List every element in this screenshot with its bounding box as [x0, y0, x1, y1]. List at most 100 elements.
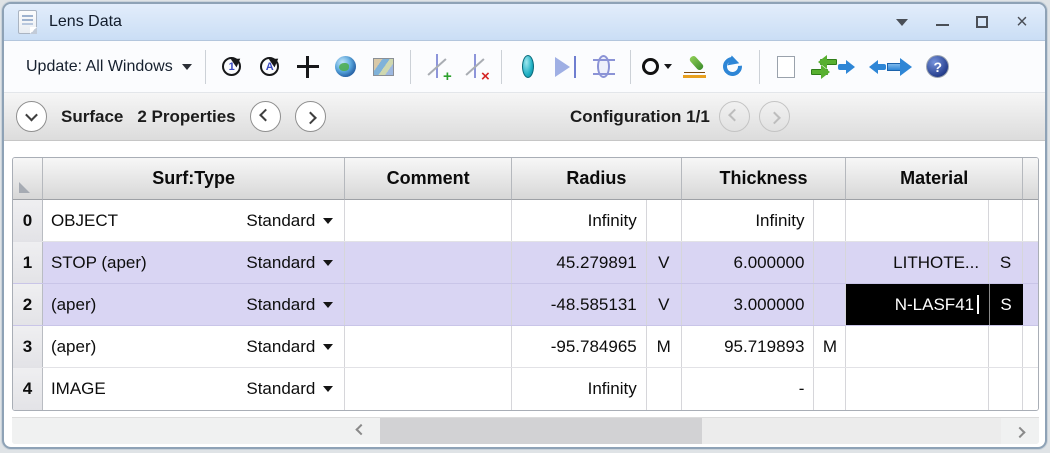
column-header-material[interactable]: Material	[846, 158, 1024, 200]
update-dropdown[interactable]: Update: All Windows	[20, 54, 198, 80]
radius-solve-flag[interactable]: V	[647, 284, 682, 325]
next-configuration-button[interactable]	[758, 101, 790, 132]
surface-type-dropdown[interactable]: Standard	[246, 379, 334, 399]
aperture-icon	[641, 58, 672, 75]
radius-cell[interactable]: Infinity	[512, 368, 647, 410]
insert-lens-button[interactable]	[509, 47, 547, 87]
window-menu-button[interactable]	[893, 13, 911, 31]
update-all-button[interactable]: A	[251, 47, 289, 87]
column-header-thickness[interactable]: Thickness	[681, 158, 847, 200]
surface-type-cell[interactable]: (aper) Standard	[43, 284, 346, 325]
fit-columns-button[interactable]	[837, 47, 886, 87]
radius-cell[interactable]: Infinity	[512, 200, 647, 241]
thickness-cell[interactable]: Infinity	[682, 200, 815, 241]
thickness-cell[interactable]: 95.719893	[682, 326, 815, 367]
go-to-surface-button[interactable]	[881, 47, 919, 87]
insert-surface-button[interactable]: +	[418, 47, 456, 87]
material-solve-flag[interactable]	[989, 368, 1024, 410]
title-bar[interactable]: Lens Data ×	[4, 4, 1045, 41]
surface-type-dropdown[interactable]: Standard	[246, 253, 334, 273]
chevron-right-icon	[303, 111, 317, 125]
material-solve-flag[interactable]: S	[989, 242, 1024, 283]
undo-button[interactable]	[714, 47, 752, 87]
row-header[interactable]: 1	[13, 242, 43, 283]
lens-data-icon	[18, 10, 37, 34]
globe-icon	[335, 56, 357, 77]
chevron-down-icon	[25, 108, 38, 122]
thickness-cell[interactable]: 3.000000	[682, 284, 815, 325]
chevron-right-icon	[1014, 426, 1026, 439]
reverse-lens-button[interactable]	[547, 47, 585, 87]
scroll-left-button[interactable]	[342, 418, 380, 444]
undo-icon	[719, 53, 747, 80]
row-header[interactable]: 4	[13, 368, 43, 410]
navigate-button[interactable]	[365, 47, 403, 87]
minimize-button[interactable]	[933, 13, 951, 31]
row-header[interactable]: 3	[13, 326, 43, 367]
material-solve-flag[interactable]	[989, 326, 1024, 367]
comment-cell[interactable]	[345, 284, 513, 325]
partial-column-cell	[1023, 242, 1038, 283]
global-settings-button[interactable]	[327, 47, 365, 87]
radius-cell[interactable]: -48.585131	[512, 284, 647, 325]
surface-type-label: Standard	[246, 379, 316, 398]
column-header-radius[interactable]: Radius	[512, 158, 682, 200]
thickness-solve-flag[interactable]	[814, 200, 847, 241]
radius-solve-flag[interactable]	[647, 368, 682, 410]
material-cell[interactable]: N-LASF41	[846, 284, 990, 325]
surface-type-cell[interactable]: STOP (aper) Standard	[43, 242, 346, 283]
scrollbar-thumb[interactable]	[380, 418, 702, 444]
surface-type-dropdown[interactable]: Standard	[246, 211, 334, 231]
radius-cell[interactable]: -95.784965	[512, 326, 647, 367]
radius-solve-flag[interactable]: V	[647, 242, 682, 283]
close-button[interactable]: ×	[1013, 12, 1031, 32]
thickness-cell[interactable]: 6.000000	[682, 242, 815, 283]
surface-type-dropdown[interactable]: Standard	[246, 337, 334, 357]
thickness-solve-flag[interactable]	[814, 284, 847, 325]
prev-configuration-button[interactable]	[718, 101, 750, 132]
radius-solve-flag[interactable]: M	[647, 326, 682, 367]
material-solve-flag[interactable]: S	[989, 284, 1024, 325]
comment-cell[interactable]	[345, 200, 513, 241]
aperture-button[interactable]	[638, 47, 676, 87]
scale-lens-button[interactable]	[585, 47, 623, 87]
row-header[interactable]: 2	[13, 284, 43, 325]
material-cell[interactable]	[846, 200, 990, 241]
thickness-solve-flag[interactable]: M	[814, 326, 847, 367]
help-button[interactable]: ?	[919, 47, 957, 87]
surface-properties-button[interactable]	[767, 47, 805, 87]
maximize-button[interactable]	[973, 13, 991, 31]
comment-cell[interactable]	[345, 326, 513, 367]
update-one-button[interactable]: 1	[213, 47, 251, 87]
quick-adjust-button[interactable]	[676, 47, 714, 87]
column-header-comment[interactable]: Comment	[345, 158, 513, 200]
material-cell[interactable]	[846, 368, 990, 410]
radius-solve-flag[interactable]	[647, 200, 682, 241]
thickness-cell[interactable]: -	[682, 368, 815, 410]
select-all-corner[interactable]	[13, 158, 43, 200]
horizontal-scrollbar	[12, 417, 1039, 444]
partial-column-cell	[1023, 200, 1038, 241]
next-surface-button[interactable]	[294, 101, 326, 132]
surface-type-cell[interactable]: (aper) Standard	[43, 326, 346, 367]
scroll-right-button[interactable]	[1001, 418, 1039, 444]
delete-surface-button[interactable]: ×	[456, 47, 494, 87]
surface-name: (aper)	[50, 336, 97, 356]
thickness-solve-flag[interactable]	[814, 242, 847, 283]
comment-cell[interactable]	[345, 368, 513, 410]
surface-type-cell[interactable]: OBJECT Standard	[43, 200, 346, 241]
move-window-button[interactable]	[289, 47, 327, 87]
prev-surface-button[interactable]	[249, 101, 281, 132]
thickness-solve-flag[interactable]	[814, 368, 847, 410]
material-cell[interactable]: LITHOTE...	[846, 242, 990, 283]
surface-type-cell[interactable]: IMAGE Standard	[43, 368, 346, 410]
material-cell[interactable]	[846, 326, 990, 367]
comment-cell[interactable]	[345, 242, 513, 283]
radius-cell[interactable]: 45.279891	[512, 242, 647, 283]
row-header[interactable]: 0	[13, 200, 43, 241]
surface-properties-expander[interactable]	[16, 101, 47, 132]
surface-type-dropdown[interactable]: Standard	[246, 295, 334, 315]
column-header-surf-type[interactable]: Surf:Type	[42, 158, 346, 200]
scrollbar-track[interactable]	[702, 418, 1001, 444]
material-solve-flag[interactable]	[989, 200, 1024, 241]
